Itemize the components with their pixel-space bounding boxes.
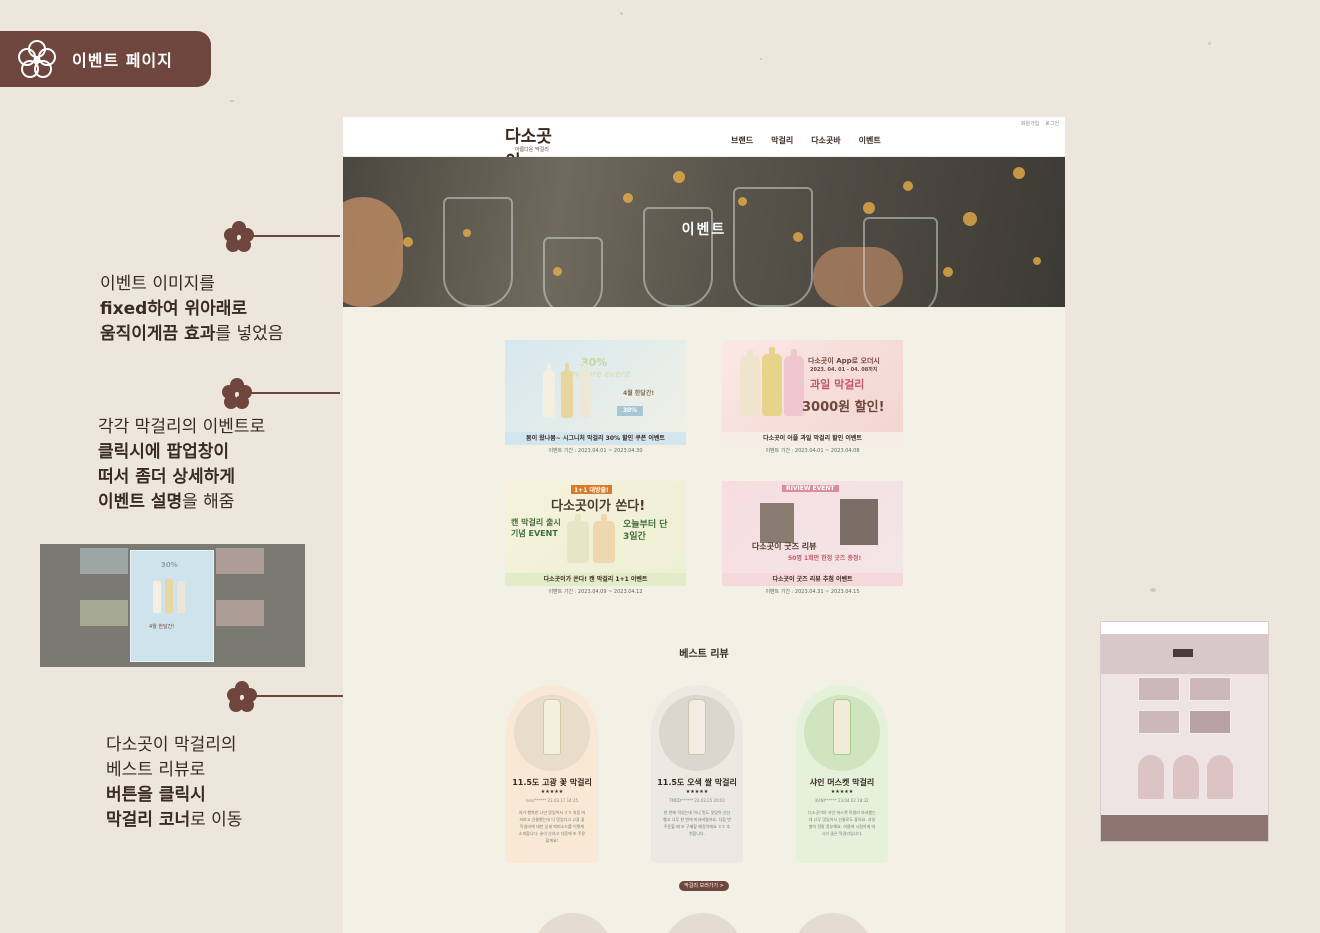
nav-event[interactable]: 이벤트 [859,135,881,146]
best-review-title: 베스트 리뷰 [679,649,729,660]
note-fixed-image: 이벤트 이미지를 fixed하여 위아래로 움직이게끔 효과를 넣었음 [100,274,284,344]
event-img-text: 50명 1회만 한정 굿즈 증정! [788,555,862,562]
signup-link[interactable]: 회원가입 [1021,120,1039,127]
util-links: 회원가입 로그인 [1021,120,1059,127]
review-meta: KANI****** 23.04.02 18:32 [815,798,869,803]
site-logo[interactable]: 다소곳이 아름다운 막걸리 [505,122,565,172]
footer-decoration [793,913,873,933]
main-nav: 브랜드 막걸리 다소곳바 이벤트 [731,135,881,146]
event-img-text: 4월 한달간! [623,390,655,397]
event-title: 다소곳이가 쏜다! 캔 막걸리 1+1 이벤트 [505,573,686,586]
event-popup[interactable]: 30% 4월 한달간! [130,550,214,662]
review-body: 다소곳이의 샤인 머스켓 막걸리 마셔봤는데 너무 맛있어서 선물로도 좋아요.… [808,810,876,836]
event-img-text: 과일 막걸리 [810,378,865,391]
popup-discount: 30% [161,561,178,569]
coupon-badge: 30% [617,406,643,416]
popup-subtitle: 4월 한달간! [149,624,175,630]
logo-sub: 아름다운 막걸리 [515,147,549,153]
event-period: 이벤트 기간 : 2023.04.01 ~ 2023.04.08 [765,448,860,454]
review-card[interactable]: 샤인 머스켓 막걸리 ★★★★★ KANI****** 23.04.02 18:… [796,685,888,863]
event-title: 다소곳이 어플 과일 막걸리 할인 이벤트 [722,432,903,445]
event-img-text: 다소곳이 App로 오더시 [808,357,880,365]
page-tag-label: 이벤트 페이지 [72,51,173,70]
review-product-name: 11.5도 오색 쌀 막걸리 [657,778,737,787]
review-card[interactable]: 11.5도 오색 쌀 막걸리 ★★★★★ TMDD****** 23.03.25… [651,685,743,863]
site-header: 다소곳이 아름다운 막걸리 회원가입 로그인 브랜드 막걸리 다소곳바 이벤트 [343,117,1065,172]
event-img-text: 캔 막걸리 출시 기념 EVENT [511,518,561,538]
nav-brand[interactable]: 브랜드 [731,135,753,146]
event-img-text: 오늘부터 단 3일간 [623,520,668,542]
site-mockup: 다소곳이 아름다운 막걸리 회원가입 로그인 브랜드 막걸리 다소곳바 이벤트 [343,117,1065,933]
event-period: 이벤트 기간 : 2023.04.01 ~ 2023.04.30 [548,448,643,454]
event-card[interactable]: RIVIEW EVENT 다소곳이 굿즈 리뷰 50명 1회만 한정 굿즈 증정… [722,481,903,595]
review-body: 처가 행복한 나만 맛있어서 ㅎㅎ 처음 마셔보고 선물했는데 다 맛있다고 고… [518,810,586,843]
review-card[interactable]: 11.5도 고광 꽃 막걸리 ★★★★★ ssss****** 23.03.17… [506,685,598,863]
note-best-review: 다소곳이 막걸리의 베스트 리뷰로 버튼을 클릭시 막걸리 코너로 이동 [106,735,243,830]
flower-logo-icon [18,40,56,78]
hero-title: 이벤트 [681,222,727,238]
event-card[interactable]: 1+1 대방출! 다소곳이가 쏜다! 캔 막걸리 출시 기념 EVENT 오늘부… [505,481,686,595]
full-page-thumbnail [1100,621,1269,842]
event-period: 이벤트 기간 : 2023.04.31 ~ 2023.04.15 [765,589,860,595]
event-img-text: 3000원 할인! [802,400,885,415]
review-body: 한 번에 먹었는데 아니 맛도 맛있어 신선했고 너무 한 번에 마셔버렸어요.… [663,810,731,836]
event-card[interactable]: 다소곳이 App로 오더시 2023. 04. 01 - 04. 08까지 과일… [722,340,903,454]
footer-decoration [663,913,743,933]
event-card[interactable]: 30% signature event 4월 한달간! 30% 봄이 왔나봄~ … [505,340,686,454]
review-stars: ★★★★★ [685,789,709,795]
login-link[interactable]: 로그인 [1045,120,1059,127]
event-title: 다소곳이 굿즈 리뷰 추첨 이벤트 [722,573,903,586]
nav-makgeolli[interactable]: 막걸리 [771,135,793,146]
footer-decoration [533,913,613,933]
page-tag: 이벤트 페이지 [0,31,211,87]
event-period: 이벤트 기간 : 2023.04.09 ~ 2023.04.12 [548,589,643,595]
hero-banner: 이벤트 [343,157,1065,307]
view-makgeolli-button[interactable]: 막걸리 보러가기 > [679,881,729,891]
popup-preview-screenshot: 30% 4월 한달간! [40,544,305,667]
review-meta: TMDD****** 23.03.25 20:02 [669,798,725,803]
event-img-text: 다소곳이 굿즈 리뷰 [752,542,817,551]
event-img-text: RIVIEW EVENT [782,485,839,492]
event-img-text: 다소곳이가 쏜다! [551,499,646,514]
event-img-text: 2023. 04. 01 - 04. 08까지 [810,367,878,373]
review-meta: ssss****** 23.03.17 14:25 [525,798,579,803]
note-popup: 각각 막걸리의 이벤트로 클릭시에 팝업창이 떠서 좀더 상세하게 이벤트 설명… [98,417,266,512]
connector-line [255,695,343,697]
nav-dasogot-bar[interactable]: 다소곳바 [811,135,840,146]
connector-line [252,235,340,237]
review-stars: ★★★★★ [540,789,564,795]
review-stars: ★★★★★ [830,789,854,795]
connector-line [250,392,340,394]
review-product-name: 샤인 머스켓 막걸리 [809,778,875,787]
review-product-name: 11.5도 고광 꽃 막걸리 [512,778,592,787]
event-img-text: 1+1 대방출! [571,485,612,494]
hero-face [343,197,403,307]
event-title: 봄이 왔나봄~ 시그니처 막걸리 30% 할인 쿠폰 이벤트 [505,432,686,445]
